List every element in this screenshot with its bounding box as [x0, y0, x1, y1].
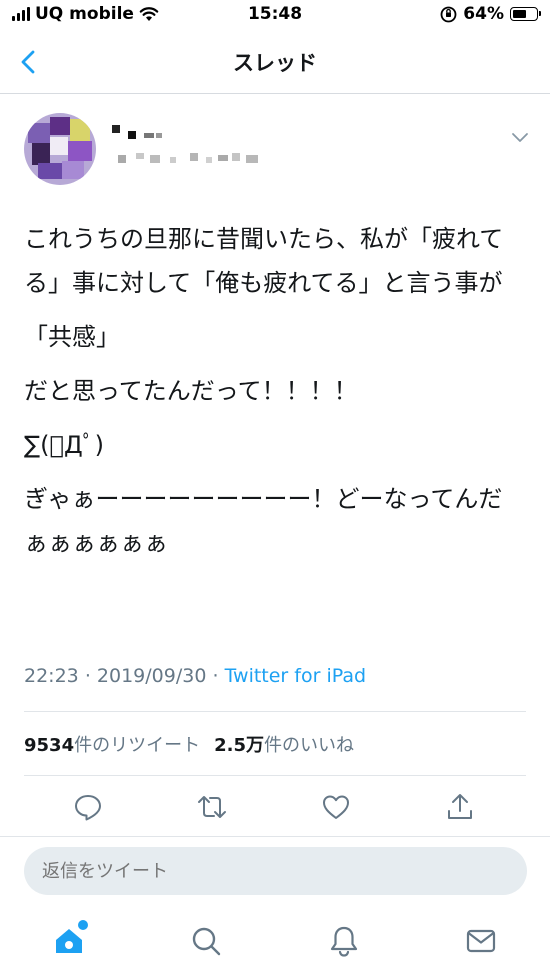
tweet-line: 「共感」 [24, 323, 120, 351]
meta-separator: · [84, 665, 91, 687]
page-title: スレッド [233, 51, 317, 75]
search-icon [192, 927, 221, 956]
battery-fill [513, 10, 526, 18]
battery-percent: 64% [463, 4, 504, 24]
likes-count: 2.5万 [214, 735, 264, 756]
tab-bar [0, 906, 550, 978]
retweet-icon[interactable] [196, 791, 228, 823]
tweet-time: 22:23 [24, 665, 79, 687]
messages-icon [466, 929, 496, 953]
notifications-icon [330, 926, 358, 957]
tweet-stats: 9534件のリツイート 2.5万件のいいね [24, 731, 354, 757]
notification-dot [78, 920, 88, 930]
divider [24, 775, 526, 776]
tab-search[interactable] [189, 924, 223, 958]
status-bar: UQ mobile 15:48 64% [0, 0, 550, 32]
tweet-line: ぎゃぁーーーーーーーーー！どーなってんだぁぁぁぁぁぁ [24, 485, 503, 557]
nav-header: スレッド [0, 32, 550, 94]
tweet-line: ∑(ﾟДﾟ) [24, 431, 105, 459]
retweets-label: 件のリツイート [74, 735, 201, 756]
likes-label: 件のいいね [264, 735, 354, 756]
like-icon[interactable] [320, 791, 352, 823]
retweets-stat[interactable]: 9534件のリツイート [24, 735, 200, 756]
battery-icon [510, 7, 541, 21]
tab-messages[interactable] [464, 924, 498, 958]
tab-notifications[interactable] [327, 924, 361, 958]
tweet-date: 2019/09/30 [96, 665, 207, 687]
tweet-line: これうちの旦那に昔聞いたら、私が「疲れてる」事に対して「俺も疲れてる」と言う事が [24, 225, 504, 297]
tweet-actions [0, 791, 550, 831]
meta-separator: · [212, 665, 219, 687]
tweet-meta: 22:23 · 2019/09/30 · Twitter for iPad [24, 665, 366, 687]
orientation-lock-icon [440, 6, 457, 22]
tweet-text: これうちの旦那に昔聞いたら、私が「疲れてる」事に対して「俺も疲れてる」と言う事が… [24, 217, 526, 575]
divider [24, 711, 526, 712]
tweet-line: だと思ってたんだって！！！！ [24, 377, 358, 405]
retweets-count: 9534 [24, 735, 75, 756]
chevron-down-icon[interactable] [508, 127, 532, 147]
avatar[interactable] [24, 113, 96, 185]
tab-home[interactable] [52, 920, 88, 958]
source-link[interactable]: Twitter for iPad [225, 665, 366, 687]
reply-input[interactable] [24, 847, 527, 895]
reply-bar [0, 836, 550, 906]
user-name-pixelated[interactable] [110, 123, 290, 173]
share-icon[interactable] [444, 791, 476, 823]
likes-stat[interactable]: 2.5万件のいいね [214, 735, 354, 756]
status-right: 64% [440, 4, 541, 24]
reply-icon[interactable] [72, 791, 104, 823]
